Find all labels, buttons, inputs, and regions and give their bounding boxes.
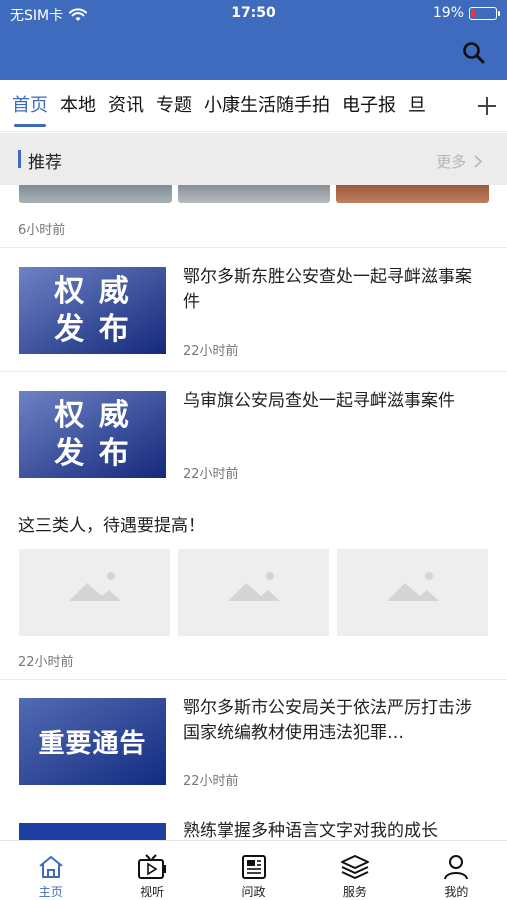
tab-more-partial[interactable]: 旦 [408, 80, 426, 131]
item-time: 6小时前 [18, 223, 66, 238]
more-link[interactable]: 更多 [436, 151, 483, 172]
battery-icon [469, 6, 500, 20]
chevron-right-icon [474, 155, 483, 168]
tv-icon [138, 854, 167, 879]
item-title[interactable]: 熟练掌握多种语言文字对我的成长 [183, 819, 488, 840]
item-time: 22小时前 [183, 344, 239, 359]
image-placeholder [178, 549, 329, 636]
plus-icon [478, 97, 496, 115]
nav-media[interactable]: 视听 [101, 841, 202, 900]
add-channel-button[interactable] [467, 80, 507, 131]
image-icon [228, 572, 280, 601]
tab-xiaokang-photos[interactable]: 小康生活随手拍 [204, 80, 330, 131]
battery-level [471, 8, 475, 17]
item-time: 22小时前 [183, 774, 239, 789]
item-title[interactable]: 鄂尔多斯市公安局关于依法严厉打击涉国家统编教材使用违法犯罪… [183, 696, 488, 746]
status-bar: 无SIM卡 17:50 19% [0, 0, 507, 28]
nav-profile[interactable]: 我的 [406, 841, 507, 900]
tab-topics[interactable]: 专题 [156, 80, 192, 131]
search-icon[interactable] [461, 40, 487, 66]
user-icon [444, 855, 469, 880]
image-placeholder [19, 549, 170, 636]
nav-label: 服务 [342, 885, 367, 899]
section-marker [18, 150, 21, 168]
nav-label: 我的 [444, 885, 469, 899]
tab-home[interactable]: 首页 [12, 80, 48, 131]
item-thumbnail [19, 823, 166, 840]
nav-label: 视听 [140, 885, 165, 899]
item-time: 22小时前 [183, 467, 239, 482]
prev-item-images[interactable] [0, 185, 507, 203]
tab-news[interactable]: 资讯 [108, 80, 144, 131]
section-title: 推荐 [28, 153, 62, 173]
nav-inquiry[interactable]: 问政 [203, 841, 304, 900]
nav-label: 主页 [38, 885, 63, 899]
category-tabs: 首页 本地 资讯 专题 小康生活随手拍 电子报 旦 [0, 80, 507, 132]
recommend-section-header: 推荐 更多 [0, 133, 507, 185]
item-title[interactable]: 乌审旗公安局查处一起寻衅滋事案件 [183, 389, 488, 414]
image-icon [387, 572, 439, 601]
home-icon [39, 856, 63, 878]
document-icon [241, 855, 266, 879]
app-header: 无SIM卡 17:50 19% [0, 0, 507, 80]
clock: 17:50 [231, 5, 276, 21]
tab-e-newspaper[interactable]: 电子报 [342, 80, 396, 131]
bottom-navigation: 主页 视听 问政 服务 我的 [0, 840, 507, 900]
layers-icon [340, 855, 369, 879]
item-title[interactable]: 这三类人，待遇要提高！ [18, 511, 205, 536]
nav-label: 问政 [241, 885, 266, 899]
nav-home[interactable]: 主页 [0, 841, 101, 900]
image-placeholder [337, 549, 488, 636]
tab-local[interactable]: 本地 [60, 80, 96, 131]
battery-percent: 19% [432, 5, 464, 21]
item-time: 22小时前 [18, 655, 74, 670]
nav-services[interactable]: 服务 [304, 841, 405, 900]
item-title[interactable]: 鄂尔多斯东胜公安查处一起寻衅滋事案件 [183, 265, 488, 315]
image-icon [69, 572, 121, 601]
news-feed[interactable]: 6小时前 权 威 发 布 鄂尔多斯东胜公安查处一起寻衅滋事案件 22小时前 权 … [0, 185, 507, 840]
